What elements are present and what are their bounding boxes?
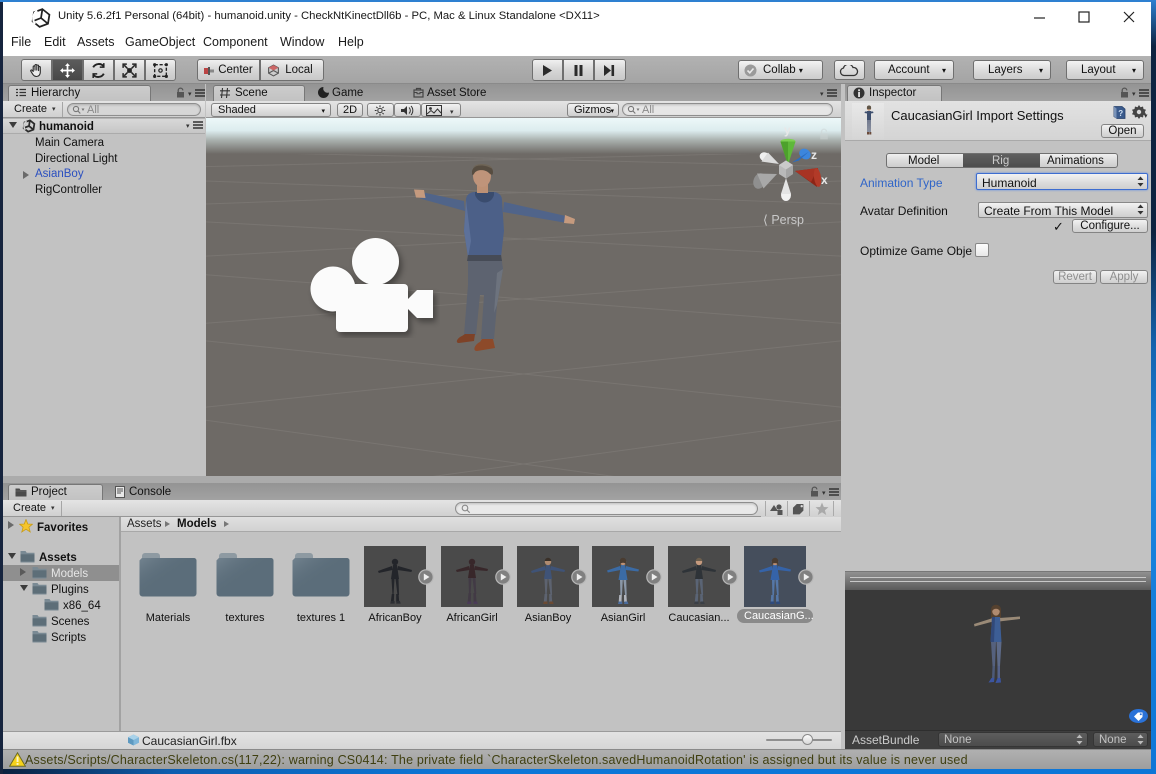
svg-text:x: x <box>821 173 828 187</box>
svg-text:?: ? <box>1118 109 1123 118</box>
svg-text:z: z <box>811 148 817 162</box>
svg-text:y: y <box>784 124 791 137</box>
